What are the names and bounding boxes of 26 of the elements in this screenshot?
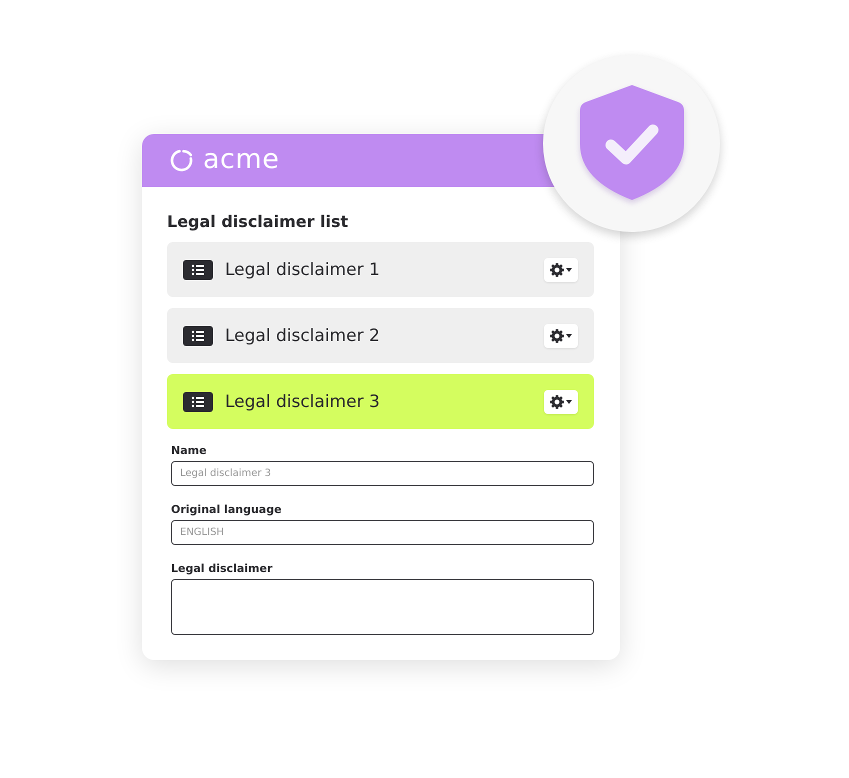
list-item[interactable]: Legal disclaimer 3 xyxy=(167,374,594,429)
list-icon xyxy=(183,392,213,412)
logo-icon xyxy=(170,149,193,172)
settings-icon xyxy=(550,262,564,276)
caret-icon xyxy=(566,400,572,404)
caret-icon xyxy=(566,334,572,338)
list-item[interactable]: Legal disclaimer 2 xyxy=(167,308,594,363)
list-icon xyxy=(183,326,213,346)
field-label: Original language xyxy=(171,503,283,517)
settings-icon xyxy=(550,328,564,342)
item-title: Legal disclaimer 3 xyxy=(225,392,381,412)
settings-icon xyxy=(550,394,564,408)
settings-dropdown-button[interactable] xyxy=(544,324,578,348)
settings-dropdown-button[interactable] xyxy=(544,258,578,282)
field-label: Legal disclaimer xyxy=(171,562,274,576)
caret-icon xyxy=(566,268,572,272)
list-item[interactable]: Legal disclaimer 1 xyxy=(167,242,594,297)
item-title: Legal disclaimer 2 xyxy=(225,326,381,346)
list-icon xyxy=(183,260,213,280)
item-title: Legal disclaimer 1 xyxy=(225,260,381,280)
settings-dropdown-button[interactable] xyxy=(544,390,578,414)
logo-text: acme xyxy=(203,146,280,175)
field-label: Name xyxy=(171,444,208,458)
section-title: Legal disclaimer list xyxy=(167,211,350,233)
shield-check-icon xyxy=(578,84,684,201)
textarea-field[interactable] xyxy=(171,579,594,635)
